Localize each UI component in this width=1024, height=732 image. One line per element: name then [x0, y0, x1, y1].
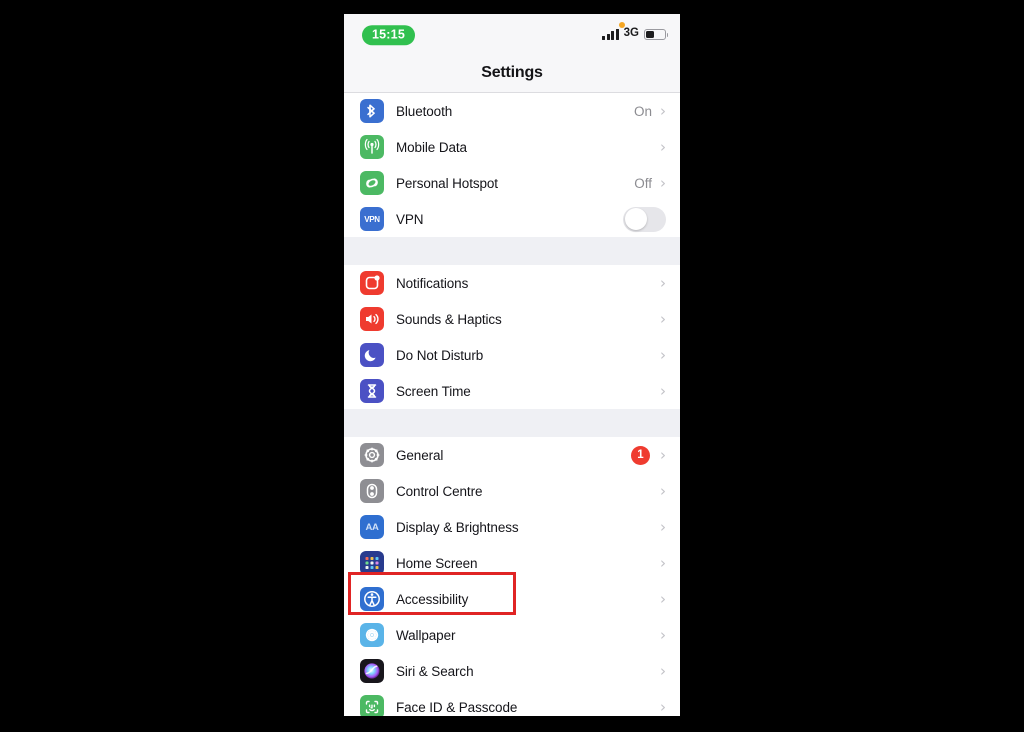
settings-row-label: Home Screen [396, 555, 478, 571]
settings-row-label: General [396, 447, 444, 463]
cellular-signal-icon [602, 28, 619, 40]
settings-row-bluetooth[interactable]: Bluetooth On › [344, 93, 680, 129]
general-icon [360, 443, 384, 467]
notifications-icon [360, 271, 384, 295]
screenshot-canvas: 15:15 3G Settings Bluetooth On › Mobile … [0, 0, 1024, 732]
chevron-right-icon: › [660, 553, 666, 572]
settings-row-label: Notifications [396, 275, 469, 291]
settings-row-notifications[interactable]: Notifications › [344, 265, 680, 301]
settings-group-system: General 1 › Control Centre › AA Display … [344, 437, 680, 716]
network-type-label: 3G [623, 27, 639, 40]
settings-row-sounds-haptics[interactable]: Sounds & Haptics › [344, 301, 680, 337]
phone-screen: 15:15 3G Settings Bluetooth On › Mobile … [344, 14, 680, 716]
bluetooth-icon [360, 99, 384, 123]
status-badge: 1 [631, 445, 650, 465]
status-bar-right-cluster: 3G [602, 14, 669, 54]
settings-row-home-screen[interactable]: Home Screen › [344, 545, 680, 581]
home-screen-icon [360, 551, 384, 575]
settings-row-label: Accessibility [396, 591, 469, 607]
chevron-right-icon: › [660, 445, 666, 464]
settings-row-label: Do Not Disturb [396, 347, 484, 363]
settings-row-label: Bluetooth [396, 103, 453, 119]
chevron-right-icon: › [660, 589, 666, 608]
screen-time-icon [360, 379, 384, 403]
settings-row-label: Siri & Search [396, 663, 474, 679]
battery-icon [644, 28, 669, 40]
chevron-right-icon: › [660, 517, 666, 536]
settings-row-label: VPN [396, 211, 424, 227]
wallpaper-icon [360, 623, 384, 647]
settings-row-face-id-passcode[interactable]: Face ID & Passcode › [344, 689, 680, 716]
chevron-right-icon: › [660, 345, 666, 364]
vpn-icon: VPN [360, 207, 384, 231]
accessibility-icon [360, 587, 384, 611]
settings-row-general[interactable]: General 1 › [344, 437, 680, 473]
settings-row-label: Mobile Data [396, 139, 467, 155]
chevron-right-icon: › [660, 661, 666, 680]
settings-row-screen-time[interactable]: Screen Time › [344, 373, 680, 409]
control-centre-icon [360, 479, 384, 503]
display-brightness-icon: AA [360, 515, 384, 539]
settings-row-label: Display & Brightness [396, 519, 519, 535]
settings-row-mobile-data[interactable]: Mobile Data › [344, 129, 680, 165]
page-title: Settings [481, 64, 543, 81]
settings-row-personal-hotspot[interactable]: Personal Hotspot Off › [344, 165, 680, 201]
chevron-right-icon: › [660, 309, 666, 328]
chevron-right-icon: › [660, 173, 666, 192]
settings-row-value: Off [634, 175, 652, 191]
nav-bar: Settings [344, 54, 680, 93]
chevron-right-icon: › [660, 273, 666, 292]
settings-row-label: Personal Hotspot [396, 175, 498, 191]
settings-row-value: On [633, 103, 652, 119]
settings-row-label: Control Centre [396, 483, 483, 499]
settings-list: Bluetooth On › Mobile Data › Personal Ho… [344, 93, 680, 716]
mobile-data-icon [360, 135, 384, 159]
chevron-right-icon: › [660, 101, 666, 120]
settings-row-wallpaper[interactable]: Wallpaper › [344, 617, 680, 653]
settings-row-display-brightness[interactable]: AA Display & Brightness › [344, 509, 680, 545]
settings-group-connectivity: Bluetooth On › Mobile Data › Personal Ho… [344, 93, 680, 237]
chevron-right-icon: › [660, 481, 666, 500]
settings-row-label: Face ID & Passcode [396, 699, 518, 715]
settings-row-siri-search[interactable]: Siri & Search › [344, 653, 680, 689]
status-bar-time-pill[interactable]: 15:15 [362, 25, 415, 45]
settings-row-label: Screen Time [396, 383, 471, 399]
settings-row-label: Sounds & Haptics [396, 311, 502, 327]
sounds-haptics-icon [360, 307, 384, 331]
status-bar: 15:15 3G [344, 14, 680, 54]
settings-row-label: Wallpaper [396, 627, 456, 643]
settings-row-vpn[interactable]: VPN VPN [344, 201, 680, 237]
settings-row-accessibility[interactable]: Accessibility › [344, 581, 680, 617]
chevron-right-icon: › [660, 137, 666, 156]
personal-hotspot-icon [360, 171, 384, 195]
group-separator [344, 237, 680, 265]
chevron-right-icon: › [660, 381, 666, 400]
face-id-passcode-icon [360, 695, 384, 716]
settings-row-control-centre[interactable]: Control Centre › [344, 473, 680, 509]
siri-search-icon [360, 659, 384, 683]
settings-group-alerts: Notifications › Sounds & Haptics › Do No… [344, 265, 680, 409]
chevron-right-icon: › [660, 697, 666, 716]
chevron-right-icon: › [660, 625, 666, 644]
do-not-disturb-icon [360, 343, 384, 367]
vpn-toggle[interactable] [623, 206, 666, 232]
group-separator [344, 409, 680, 437]
settings-row-do-not-disturb[interactable]: Do Not Disturb › [344, 337, 680, 373]
